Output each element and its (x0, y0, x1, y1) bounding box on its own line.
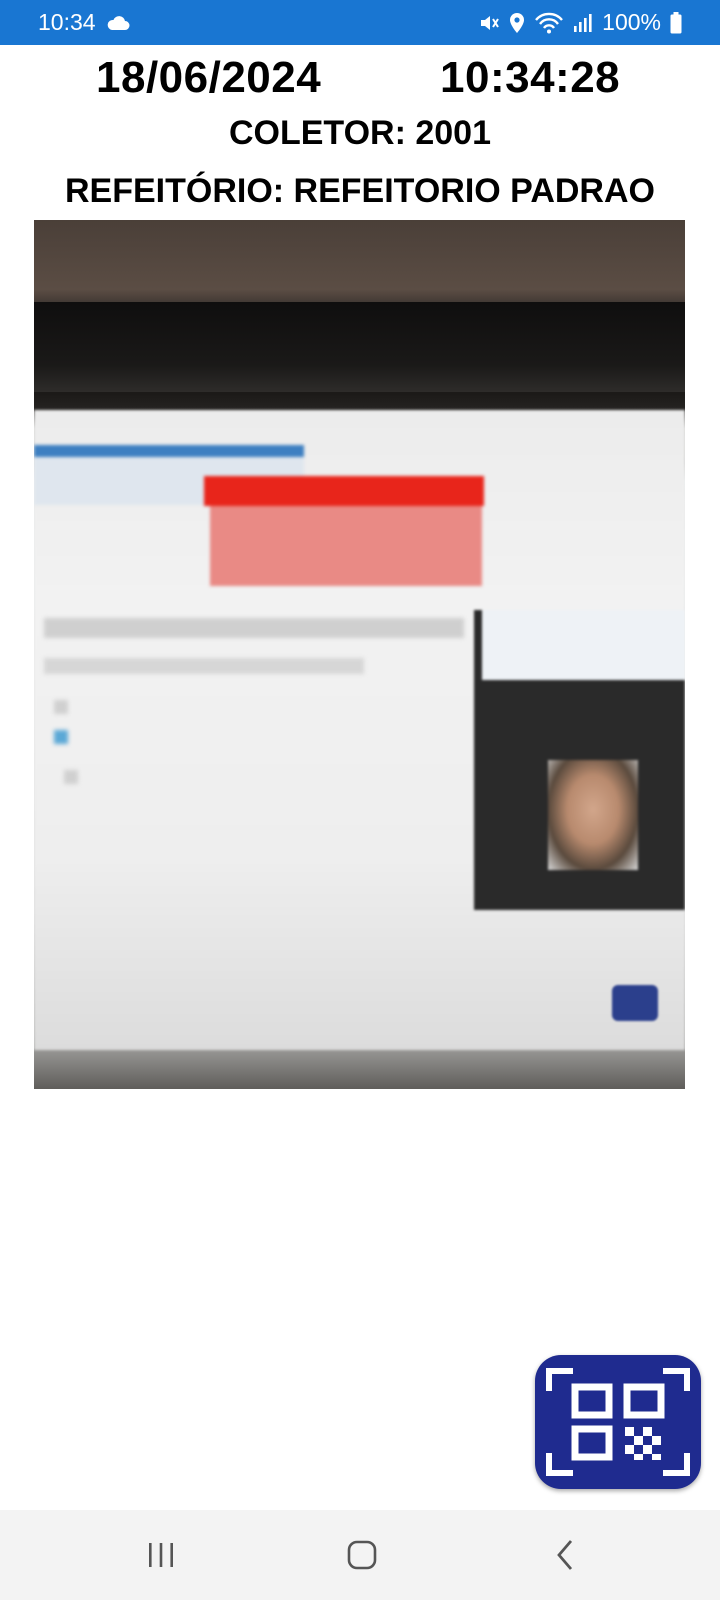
camera-monitor-bezel (34, 302, 685, 392)
status-right: 100% (478, 9, 682, 36)
battery-percent: 100% (602, 9, 661, 35)
navigation-bar (0, 1510, 720, 1600)
home-icon (347, 1540, 377, 1570)
location-icon (509, 12, 525, 34)
status-time: 10:34 (38, 9, 96, 35)
back-icon (557, 1540, 573, 1570)
current-time: 10:34:28 (440, 53, 621, 102)
status-left: 10:34 (38, 9, 130, 36)
cloud-icon (106, 15, 130, 31)
camera-preview (34, 220, 685, 1089)
signal-icon (573, 13, 593, 33)
current-date: 18/06/2024 (96, 53, 322, 102)
status-bar: 10:34 100% (0, 0, 720, 45)
camera-qr-badge (612, 985, 658, 1021)
wifi-icon (534, 12, 564, 34)
recent-apps-icon (149, 1543, 173, 1567)
qr-scan-icon (546, 1368, 690, 1476)
camera-red-panel (204, 476, 484, 586)
cafeteria-label: REFEITÓRIO: REFEITORIO PADRAO (65, 172, 655, 210)
mute-icon (478, 12, 500, 34)
qr-scan-button[interactable] (535, 1355, 701, 1489)
recent-apps-button[interactable] (101, 1510, 221, 1600)
collector-label: COLETOR: 2001 (228, 114, 491, 152)
camera-phone-image (474, 610, 685, 910)
date-time-row: 18/06/2024 10:34:28 (0, 50, 720, 110)
battery-icon (670, 11, 682, 34)
home-button[interactable] (302, 1510, 422, 1600)
back-button[interactable] (505, 1510, 625, 1600)
camera-form-area (44, 600, 464, 800)
